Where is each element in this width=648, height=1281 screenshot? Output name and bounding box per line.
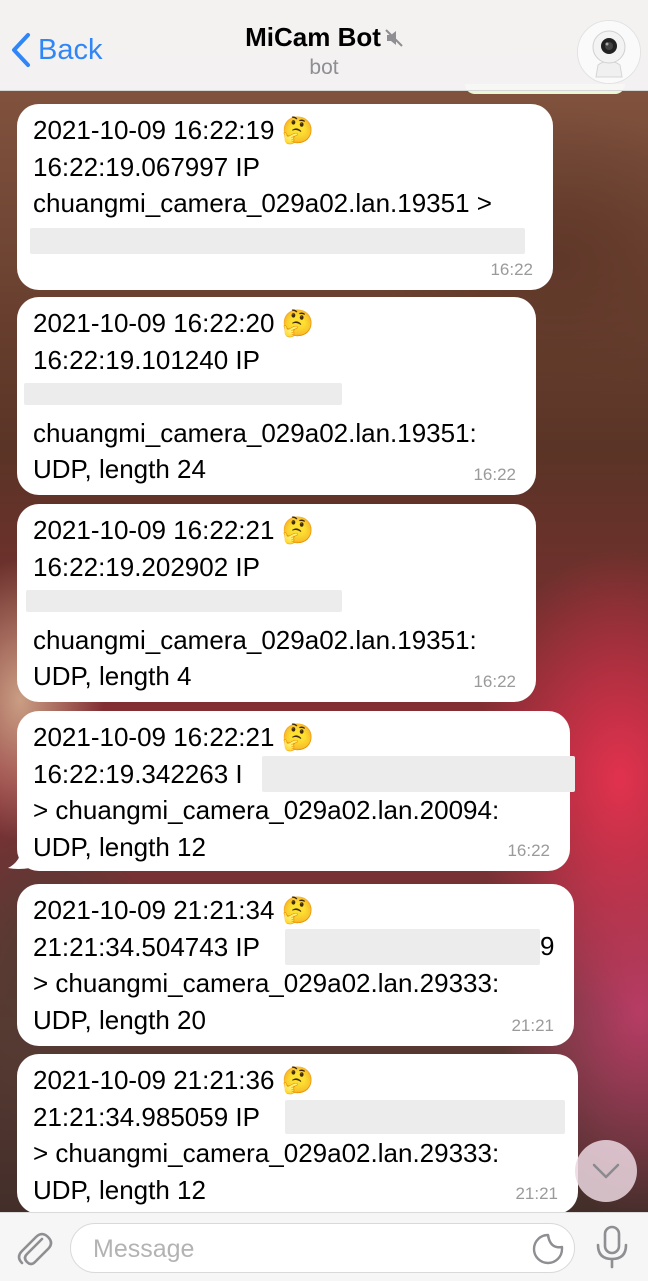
- message-line: UDP, length 24: [33, 454, 206, 484]
- message-bubble[interactable]: 2021-10-09 16:22:19 🤔 16:22:19.067997 IP…: [17, 104, 553, 290]
- message-bubble[interactable]: 2021-10-09 21:21:34 🤔 21:21:34.504743 IP…: [17, 884, 574, 1046]
- message-input-bar: [0, 1212, 648, 1281]
- message-date: 2021-10-09 16:22:20: [33, 308, 275, 338]
- message-time: 21:21: [515, 1184, 558, 1203]
- message-time: 16:22: [507, 841, 550, 860]
- redacted-area: [262, 756, 575, 792]
- message-line: 16:22:19.067997 IP: [33, 151, 260, 182]
- thinking-face-emoji: 🤔: [281, 115, 315, 145]
- scroll-to-bottom-button[interactable]: [575, 1140, 637, 1202]
- message-time: 16:22: [490, 260, 533, 279]
- redacted-area: [24, 383, 342, 405]
- message-bubble[interactable]: 2021-10-09 16:22:20 🤔 16:22:19.101240 IP…: [17, 297, 536, 495]
- message-date: 2021-10-09 21:21:36: [33, 1065, 275, 1095]
- chat-title-block[interactable]: MiCam Bot bot: [0, 22, 648, 80]
- redacted-area: [285, 929, 540, 965]
- message-line: chuangmi_camera_029a02.lan.19351 >: [33, 188, 492, 218]
- chat-header: Back MiCam Bot bot: [0, 0, 648, 91]
- thinking-face-emoji: 🤔: [281, 895, 315, 925]
- thinking-face-emoji: 🤔: [281, 515, 315, 545]
- message-date: 2021-10-09 16:22:21: [33, 515, 275, 545]
- message-bubble[interactable]: 2021-10-09 16:22:21 🤔 16:22:19.202902 IP…: [17, 504, 536, 702]
- attach-button[interactable]: [14, 1229, 54, 1274]
- message-line: chuangmi_camera_029a02.lan.19351:: [33, 624, 477, 655]
- chat-title: MiCam Bot: [245, 22, 381, 52]
- message-bubble[interactable]: 2021-10-09 16:22:21 🤔 16:22:19.342263 I …: [17, 711, 575, 871]
- redacted-area: [285, 1100, 565, 1134]
- message-field[interactable]: [70, 1223, 575, 1274]
- security-camera-icon: [578, 21, 640, 83]
- chat-subtitle: bot: [309, 56, 339, 79]
- thinking-face-emoji: 🤔: [281, 1065, 315, 1095]
- message-line: UDP, length 4: [33, 661, 192, 691]
- message-time: 16:22: [473, 672, 516, 691]
- message-date: 2021-10-09 16:22:19: [33, 115, 275, 145]
- chevron-down-icon: [592, 1163, 620, 1179]
- paperclip-icon: [17, 1232, 53, 1266]
- message-line: UDP, length 12: [33, 1174, 206, 1205]
- redacted-area: [26, 590, 342, 612]
- message-date: 2021-10-09 16:22:21: [33, 722, 275, 752]
- message-line: > chuangmi_camera_029a02.lan.20094:: [33, 795, 500, 825]
- message-line: UDP, length 12: [33, 831, 206, 862]
- muted-speaker-icon: [385, 28, 403, 47]
- message-line: > chuangmi_camera_029a02.lan.29333:: [33, 968, 500, 998]
- message-bubble[interactable]: 2021-10-09 21:21:36 🤔 21:21:34.985059 IP…: [17, 1054, 578, 1214]
- thinking-face-emoji: 🤔: [281, 722, 315, 752]
- message-trailing-char: 9: [540, 931, 555, 961]
- redacted-area: [30, 228, 525, 254]
- message-input[interactable]: [91, 1224, 515, 1274]
- message-line: > chuangmi_camera_029a02.lan.29333:: [33, 1138, 500, 1168]
- message-time: 21:21: [511, 1016, 554, 1035]
- sticker-button[interactable]: [532, 1233, 564, 1270]
- message-line: chuangmi_camera_029a02.lan.19351:: [33, 417, 477, 448]
- message-line: 16:22:19.202902 IP: [33, 551, 260, 582]
- thinking-face-emoji: 🤔: [281, 308, 315, 338]
- message-time: 16:22: [473, 465, 516, 484]
- message-line: UDP, length 20: [33, 1004, 206, 1035]
- avatar[interactable]: [577, 20, 641, 84]
- sticker-icon: [532, 1233, 564, 1265]
- message-line: 16:22:19.101240 IP: [33, 344, 260, 375]
- message-date: 2021-10-09 21:21:34: [33, 895, 275, 925]
- microphone-icon: [596, 1225, 628, 1269]
- voice-message-button[interactable]: [594, 1225, 630, 1274]
